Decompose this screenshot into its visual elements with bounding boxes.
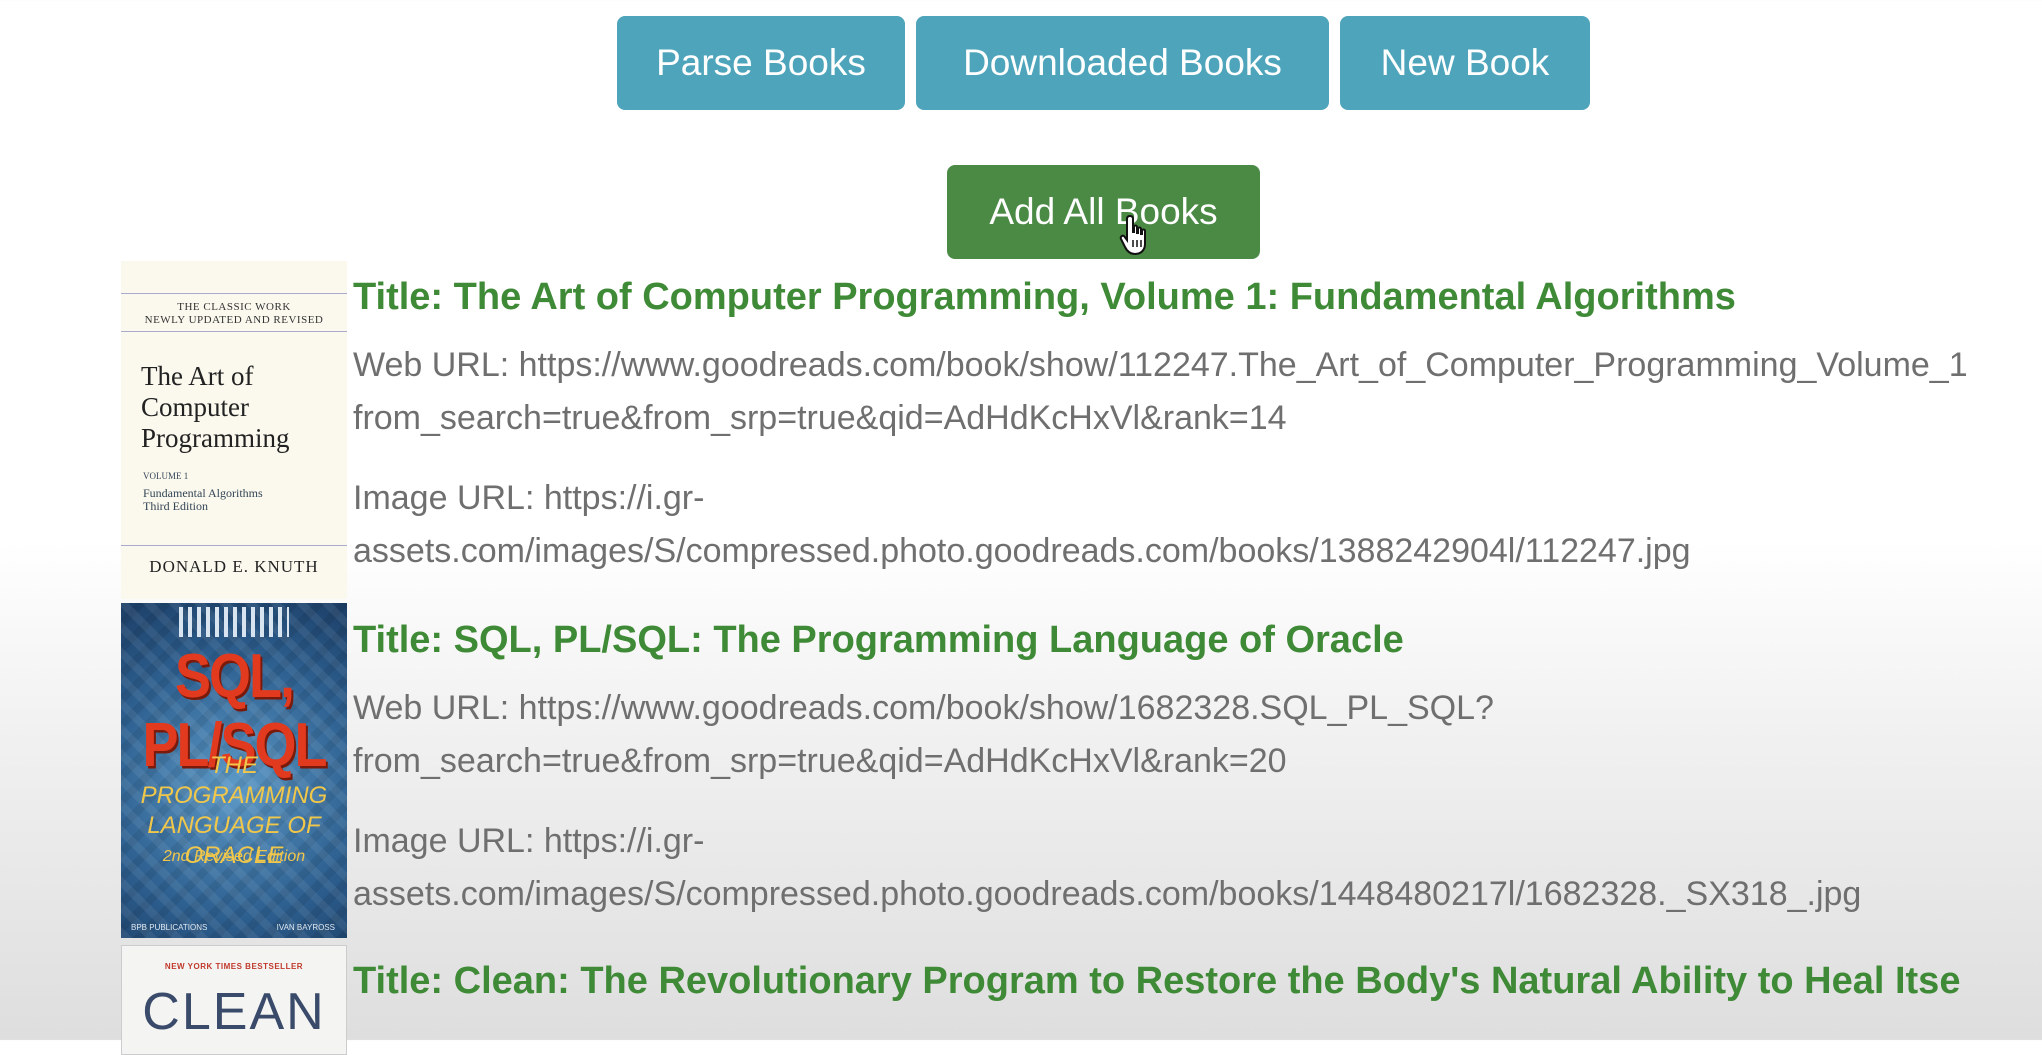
cover-edition: 2nd Revised Edition (162, 848, 306, 865)
book-title: Title: Clean: The Revolutionary Program … (353, 960, 1961, 1002)
book-info: Title: Clean: The Revolutionary Program … (353, 945, 2042, 1003)
web-url-text: from_search=true&from_srp=true&qid=AdHdK… (353, 399, 1287, 437)
web-url-text: Web URL: https://www.goodreads.com/book/… (353, 689, 1494, 727)
image-url-text: Image URL: https://i.gr- (353, 479, 705, 517)
book-info: Title: The Art of Computer Programming, … (353, 261, 2042, 578)
book-title: Title: The Art of Computer Programming, … (353, 276, 1736, 318)
book-info: Title: SQL, PL/SQL: The Programming Lang… (353, 603, 2042, 921)
hand-cursor-icon (1119, 214, 1146, 256)
image-url-text: Image URL: https://i.gr- (353, 822, 705, 860)
cover-divider (121, 545, 347, 546)
image-url-text: assets.com/images/S/compressed.photo.goo… (353, 532, 1691, 570)
cover-decoration (179, 607, 289, 637)
book-cover-image: NEW YORK TIMES BESTSELLER CLEAN (121, 945, 347, 1055)
image-url-text: assets.com/images/S/compressed.photo.goo… (353, 875, 1862, 913)
cover-top-text: The Classic Work Newly Updated and Revis… (144, 301, 324, 326)
cover-author: DONALD E. KNUTH (149, 557, 319, 576)
cover-divider (121, 331, 347, 332)
parse-books-button[interactable]: Parse Books (617, 16, 905, 110)
web-url-text: from_search=true&from_srp=true&qid=AdHdK… (353, 742, 1287, 780)
book-cover-image: The Classic Work Newly Updated and Revis… (121, 261, 347, 599)
cover-publisher: BPB PUBLICATIONS (131, 923, 208, 932)
add-all-books-button[interactable]: Add All Books (947, 165, 1260, 259)
cover-author: IVAN BAYROSS (276, 923, 335, 932)
cover-title: The Art of Computer Programming (141, 361, 290, 453)
web-url-text: Web URL: https://www.goodreads.com/book/… (353, 346, 1968, 384)
downloaded-books-button[interactable]: Downloaded Books (916, 16, 1329, 110)
book-title: Title: SQL, PL/SQL: The Programming Lang… (353, 619, 1404, 661)
cover-volume: VOLUME 1 (143, 471, 189, 481)
cover-badge: NEW YORK TIMES BESTSELLER (164, 962, 304, 971)
cover-divider (121, 293, 347, 294)
new-book-button[interactable]: New Book (1340, 16, 1590, 110)
top-button-group: Parse Books Downloaded Books New Book (617, 16, 1590, 110)
book-cover-image: SQL, PL/SQL THE PROGRAMMING LANGUAGE OF … (121, 603, 347, 938)
cover-subtitle: Fundamental Algorithms Third Edition (143, 486, 263, 513)
cover-title: CLEAN (142, 983, 326, 1041)
